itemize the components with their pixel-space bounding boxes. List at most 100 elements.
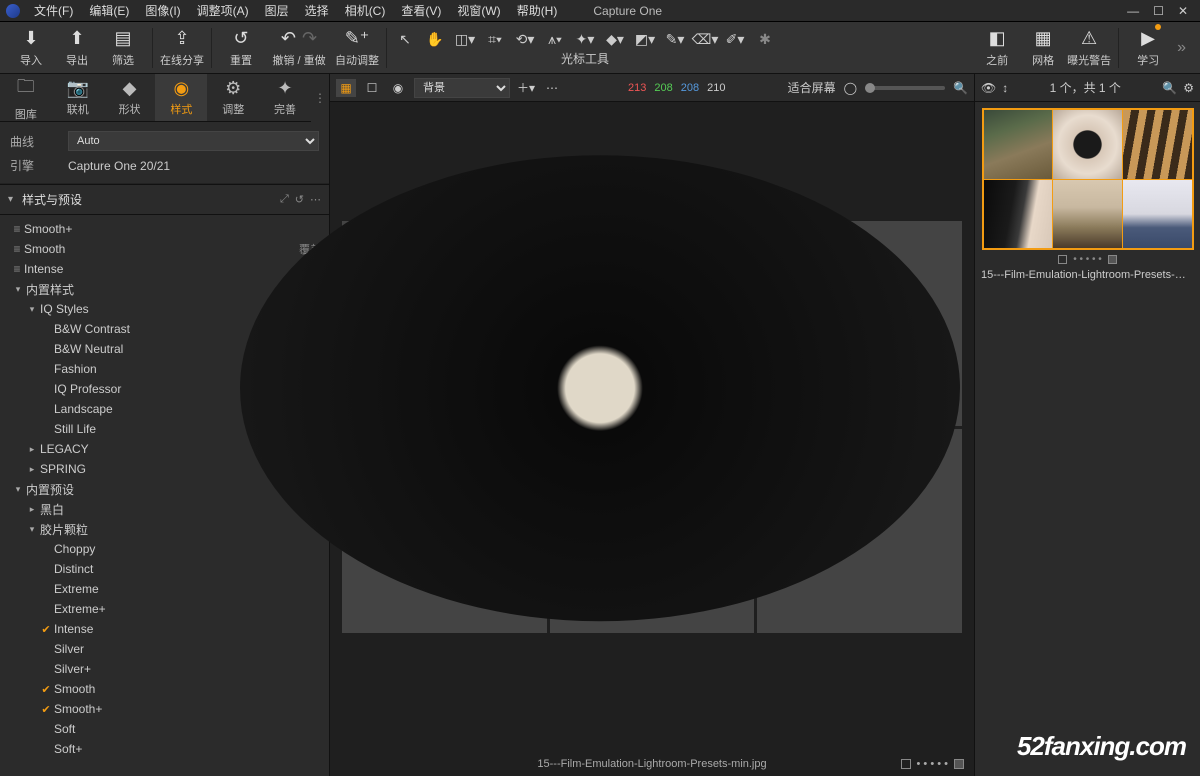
- tool-tab-folder[interactable]: 🗀图库: [0, 74, 52, 121]
- mask-tool-icon[interactable]: ◆▾: [603, 28, 627, 50]
- tree-node[interactable]: ✔Intense: [0, 619, 329, 639]
- zoom-search-icon[interactable]: 🔍: [953, 81, 968, 95]
- chevron-down-icon: ▾: [8, 194, 22, 205]
- curve-select[interactable]: Auto: [68, 131, 319, 151]
- tool-tab-style[interactable]: ◉样式: [155, 74, 207, 121]
- menu-item[interactable]: 查看(V): [393, 2, 449, 20]
- close-icon[interactable]: ✕: [1178, 4, 1188, 18]
- hand-tool-icon[interactable]: ✋: [423, 28, 447, 50]
- engine-label: 引擎: [10, 157, 60, 174]
- tree-node[interactable]: Soft: [0, 719, 329, 739]
- tree-node[interactable]: ▸黑白: [0, 499, 329, 519]
- menu-bar: 文件(F)编辑(E)图像(I)调整项(A)图层选择相机(C)查看(V)视窗(W)…: [0, 0, 1200, 22]
- tree-node[interactable]: ✔Smooth: [0, 679, 329, 699]
- auto-adjust-button[interactable]: ✎⁺自动调整: [334, 24, 380, 72]
- color-tag-icon[interactable]: [901, 759, 911, 769]
- layer-menu-icon[interactable]: ⋯: [542, 79, 562, 97]
- menu-item[interactable]: 调整项(A): [189, 2, 257, 20]
- tool-tabs-more-icon[interactable]: ⋮: [311, 74, 329, 122]
- export-button[interactable]: ⬆导出: [54, 24, 100, 72]
- import-button[interactable]: ⬇导入: [8, 24, 54, 72]
- tree-node[interactable]: Soft+: [0, 739, 329, 759]
- section-menu-icon[interactable]: ⋯: [310, 193, 321, 206]
- fit-label[interactable]: 适合屏幕: [788, 79, 836, 96]
- engine-value: Capture One 20/21: [68, 159, 170, 173]
- browser-count: 1 个，共 1 个: [1014, 79, 1156, 96]
- menu-item[interactable]: 选择: [297, 2, 337, 20]
- spot-tool-icon[interactable]: ✦▾: [573, 28, 597, 50]
- zoom-slider[interactable]: [865, 86, 945, 90]
- share-button[interactable]: ⇪在线分享: [159, 24, 205, 72]
- cursor-tools-group: ↖ ✋ ◫▾ ⌗▾ ⟲▾ ⩚▾ ✦▾ ◆▾ ◩▾ ✎▾ ⌫▾ ✐▾ ✱: [393, 28, 777, 50]
- loupe-tool-icon[interactable]: ◫▾: [453, 28, 477, 50]
- keystone-tool-icon[interactable]: ⩚▾: [543, 28, 567, 50]
- tree-node[interactable]: ✔Smooth+: [0, 699, 329, 719]
- tree-node[interactable]: Extreme: [0, 579, 329, 599]
- gradient-tool-icon[interactable]: ◩▾: [633, 28, 657, 50]
- zoom-out-icon[interactable]: ◯: [844, 81, 857, 95]
- grid-button[interactable]: ▦网格: [1020, 24, 1066, 72]
- brush-tool-icon[interactable]: ✎▾: [663, 28, 687, 50]
- cursor-tools-label: 光标工具: [561, 50, 609, 67]
- menu-item[interactable]: 图层: [257, 2, 297, 20]
- tree-node[interactable]: Distinct: [0, 559, 329, 579]
- add-layer-icon[interactable]: ＋▾: [516, 79, 536, 97]
- eye-icon[interactable]: 👁: [981, 81, 996, 95]
- tree-node[interactable]: ≡Intense覆盖: [0, 259, 329, 279]
- menu-item[interactable]: 文件(F): [26, 2, 81, 20]
- loading-icon: ✱: [753, 28, 777, 50]
- browser-settings-icon[interactable]: ⚙: [1183, 81, 1194, 95]
- annotate-tool-icon[interactable]: ✐▾: [723, 28, 747, 50]
- styles-section-header[interactable]: ▾ 样式与预设 ⤢↺⋯: [0, 184, 329, 215]
- menu-item[interactable]: 视窗(W): [449, 2, 508, 20]
- toolbar-overflow-icon[interactable]: »: [1171, 39, 1192, 57]
- single-view-icon[interactable]: ☐: [362, 79, 382, 97]
- filter-button[interactable]: ▤筛选: [100, 24, 146, 72]
- watermark-text: 52fanxing.com: [1017, 731, 1186, 762]
- undo-redo-button[interactable]: ↶↷撤销 / 重做: [264, 24, 334, 72]
- rating-box-icon[interactable]: [954, 759, 964, 769]
- exposure-warning-button[interactable]: ⚠曝光警告: [1066, 24, 1112, 72]
- tree-node[interactable]: Silver+: [0, 659, 329, 679]
- tree-node[interactable]: Extreme+: [0, 599, 329, 619]
- maximize-icon[interactable]: ☐: [1153, 4, 1164, 18]
- tool-tab-camera[interactable]: 📷联机: [52, 74, 104, 121]
- layer-select[interactable]: 背景: [414, 78, 510, 98]
- menu-item[interactable]: 编辑(E): [81, 2, 137, 20]
- viewer-footer: 15---Film-Emulation-Lightroom-Presets-mi…: [330, 752, 974, 776]
- browser-search-icon[interactable]: 🔍: [1162, 81, 1177, 95]
- rotate-tool-icon[interactable]: ⟲▾: [513, 28, 537, 50]
- app-name: Capture One: [585, 2, 670, 20]
- browser-thumbnail[interactable]: [982, 108, 1194, 250]
- pointer-tool-icon[interactable]: ↖: [393, 28, 417, 50]
- eraser-tool-icon[interactable]: ⌫▾: [693, 28, 717, 50]
- browser-panel: 👁 ↕ 1 个，共 1 个 🔍 ⚙ • • • • • 15---Film-Em…: [974, 74, 1200, 776]
- viewer-filename: 15---Film-Emulation-Lightroom-Presets-mi…: [537, 758, 766, 770]
- tool-tab-refine[interactable]: ✦完善: [259, 74, 311, 121]
- curve-label: 曲线: [10, 133, 60, 150]
- tool-tab-sliders[interactable]: ⚙调整: [207, 74, 259, 121]
- tool-tab-shape[interactable]: ◆形状: [104, 74, 156, 121]
- menu-item[interactable]: 图像(I): [137, 2, 188, 20]
- expand-icon[interactable]: ⤢: [280, 193, 289, 206]
- reset-button[interactable]: ↺重置: [218, 24, 264, 72]
- tree-node[interactable]: Silver: [0, 639, 329, 659]
- menu-item[interactable]: 帮助(H): [509, 2, 566, 20]
- before-after-button[interactable]: ◧之前: [974, 24, 1020, 72]
- browser-filename: 15---Film-Emulation-Lightroom-Presets-mi…: [981, 269, 1194, 281]
- grid-view-icon[interactable]: ▦: [336, 79, 356, 97]
- main-toolbar: ⬇导入 ⬆导出 ▤筛选 ⇪在线分享 ↺重置 ↶↷撤销 / 重做 ✎⁺自动调整 ↖…: [0, 22, 1200, 74]
- reset-section-icon[interactable]: ↺: [295, 193, 304, 206]
- proof-view-icon[interactable]: ◉: [388, 79, 408, 97]
- tree-node[interactable]: Choppy: [0, 539, 329, 559]
- menu-item[interactable]: 相机(C): [337, 2, 394, 20]
- tree-node[interactable]: ▾胶片颗粒: [0, 519, 329, 539]
- tree-node[interactable]: ≡Smooth覆盖: [0, 239, 329, 259]
- app-logo-icon: [6, 4, 20, 18]
- tree-node[interactable]: ≡Smooth+: [0, 219, 329, 239]
- crop-tool-icon[interactable]: ⌗▾: [483, 28, 507, 50]
- rgb-readout: 213 208 208 210: [628, 82, 725, 94]
- learn-button[interactable]: ▶学习: [1125, 24, 1171, 72]
- sort-icon[interactable]: ↕: [1002, 81, 1008, 95]
- minimize-icon[interactable]: —: [1127, 4, 1139, 18]
